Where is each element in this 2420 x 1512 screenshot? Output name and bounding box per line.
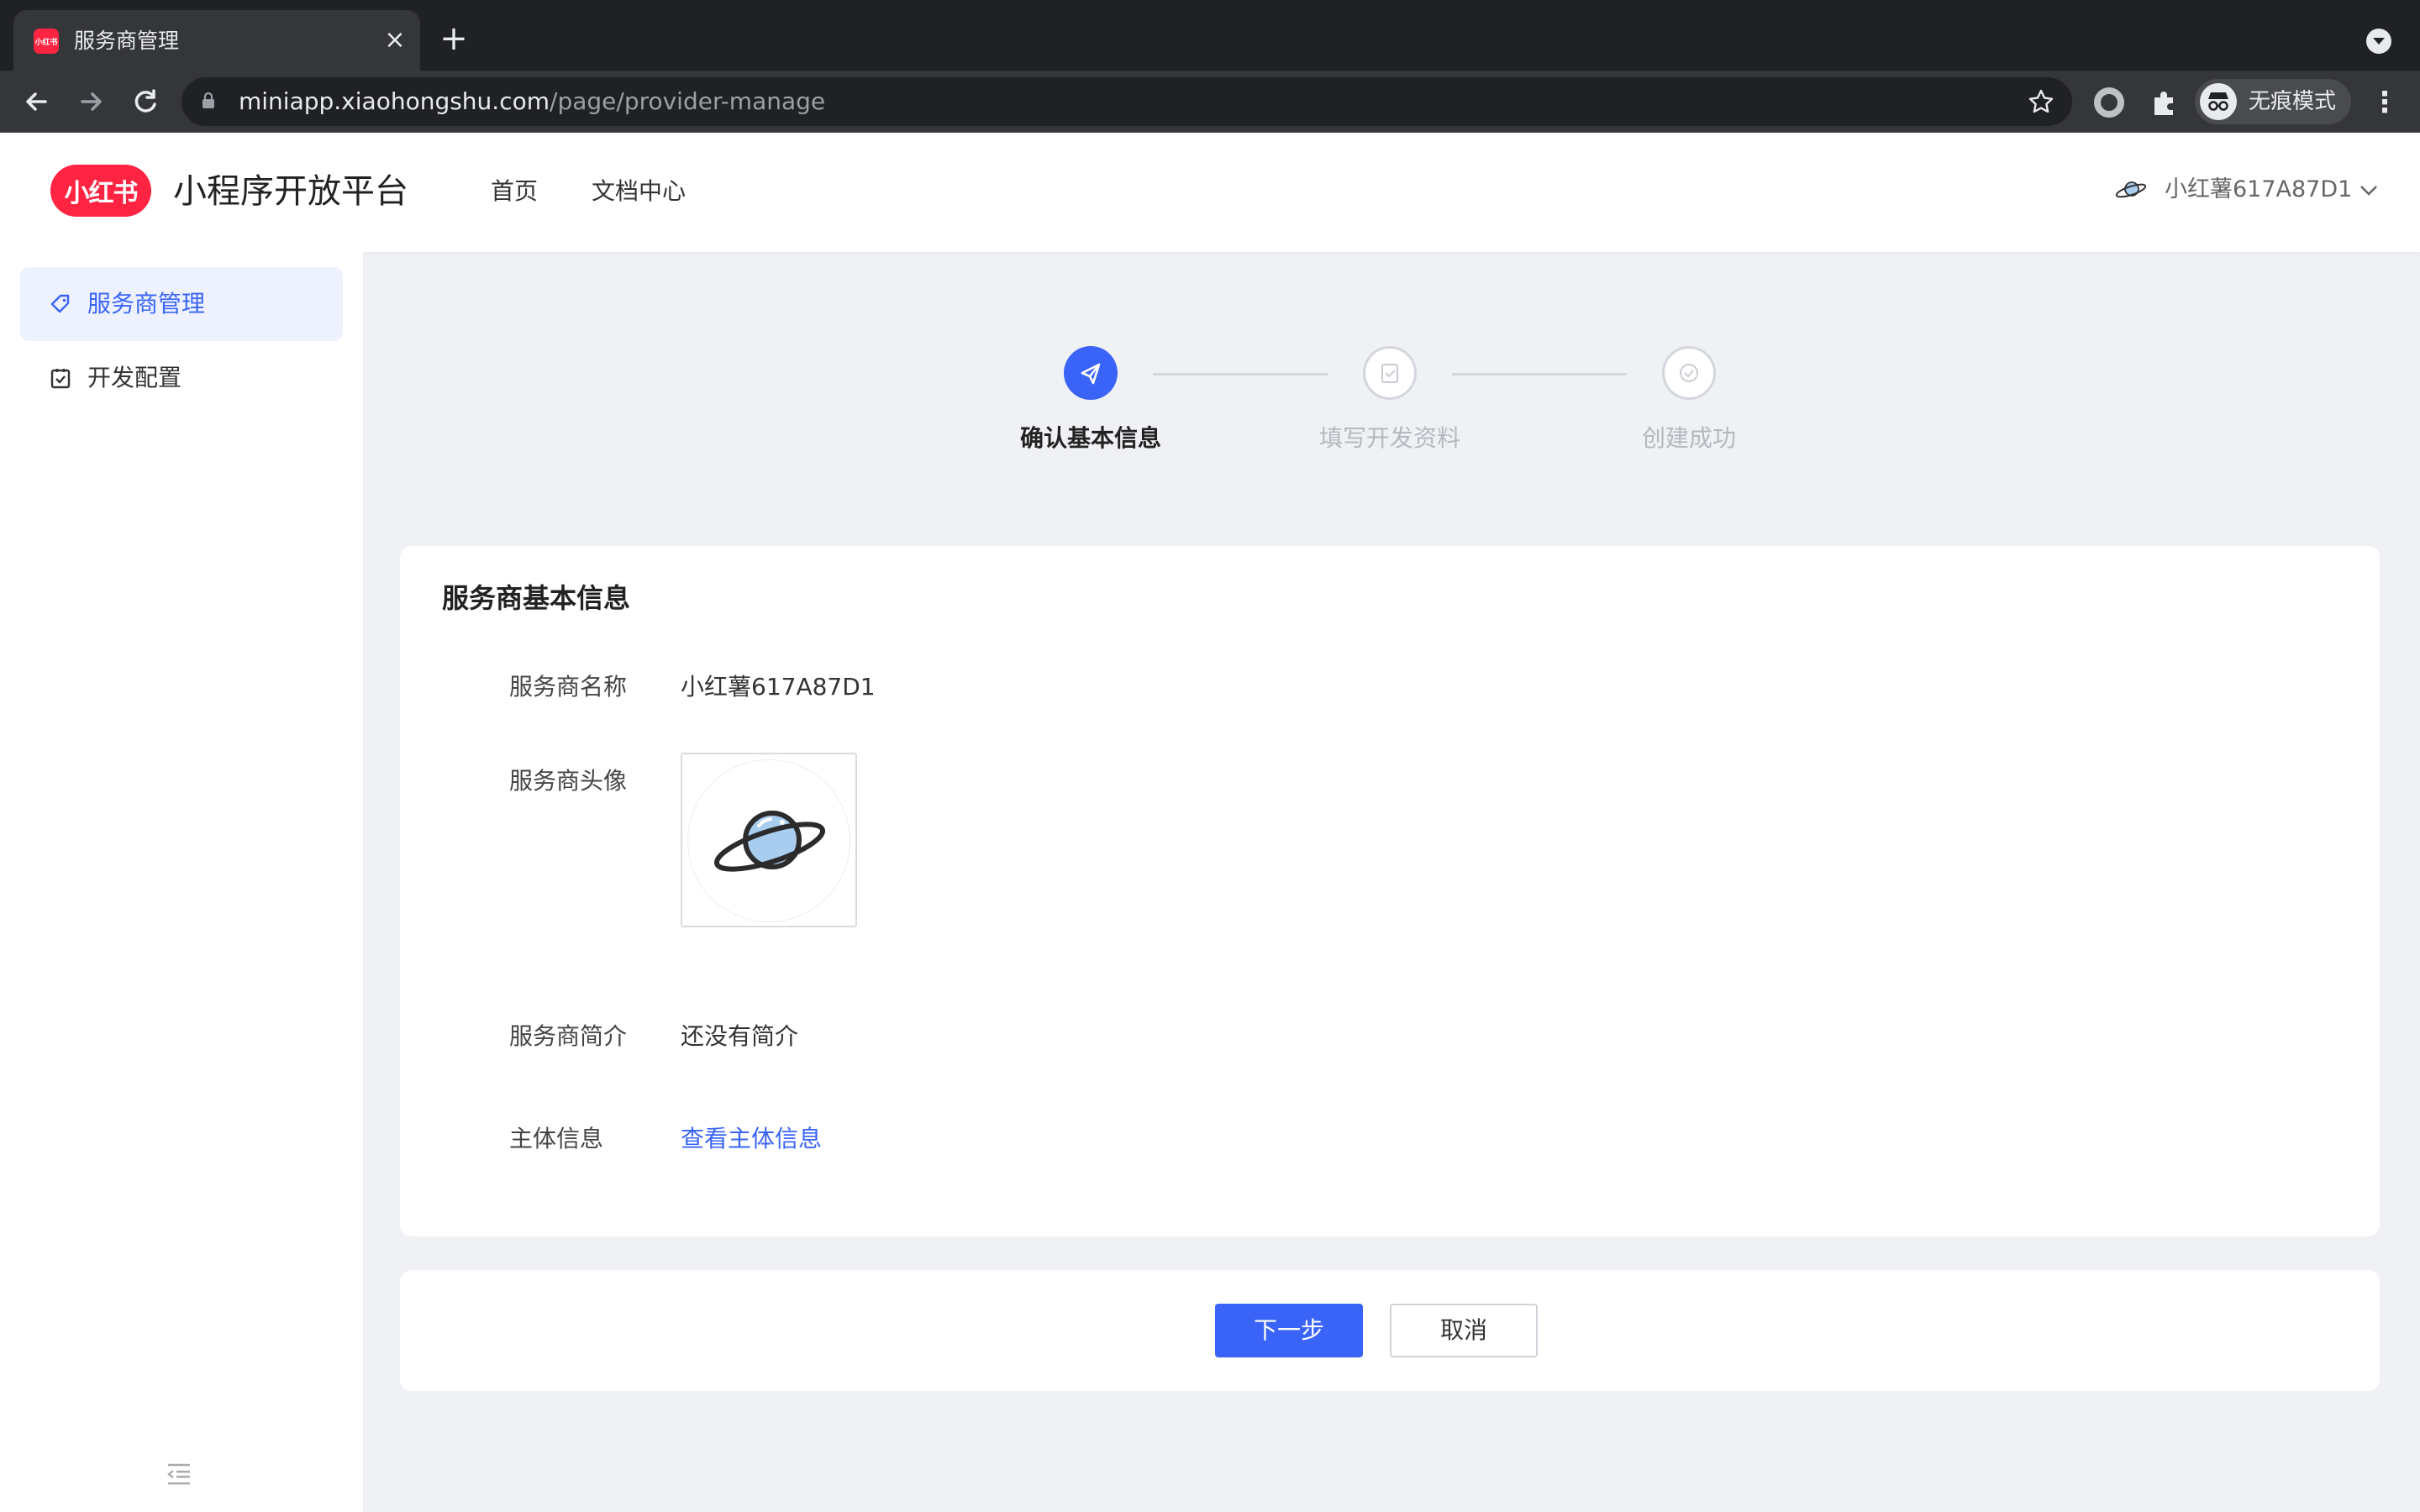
browser-tabbar: 小红书 服务商管理 × +: [0, 0, 2420, 71]
incognito-icon: [2200, 83, 2237, 120]
sidebar-item-label: 开发配置: [87, 364, 182, 391]
clipboard-check-icon: [50, 369, 71, 389]
planet-avatar-icon: [2115, 181, 2147, 198]
provider-avatar[interactable]: [681, 753, 857, 927]
tag-icon: [50, 294, 70, 313]
field-label-name: 服务商名称: [509, 673, 628, 701]
card-title: 服务商基本信息: [442, 582, 631, 614]
send-icon: [1064, 346, 1118, 400]
url-text: miniapp.xiaohongshu.com/page/provider-ma…: [239, 87, 826, 115]
xiaohongshu-favicon-icon: 小红书: [34, 29, 59, 54]
field-label-intro: 服务商简介: [509, 1022, 628, 1050]
step-connector: [1153, 373, 1328, 375]
tab-search-icon[interactable]: [2366, 29, 2391, 54]
nav-docs-link[interactable]: 文档中心: [592, 176, 686, 207]
forward-arrow-icon[interactable]: [74, 84, 109, 119]
collapse-sidebar-icon[interactable]: [165, 1462, 193, 1487]
browser-toolbar: miniapp.xiaohongshu.com/page/provider-ma…: [0, 71, 2420, 133]
new-tab-icon[interactable]: +: [437, 22, 471, 55]
browser-tab[interactable]: 小红书 服务商管理 ×: [13, 10, 420, 71]
sidebar-item-dev-config[interactable]: 开发配置: [20, 341, 343, 415]
action-card: 下一步 取消: [400, 1270, 2380, 1391]
reload-icon[interactable]: [128, 84, 163, 119]
xiaohongshu-logo[interactable]: 小红书: [50, 165, 151, 217]
sidebar-item-label: 服务商管理: [87, 290, 206, 318]
user-name: 小红薯617A87D1: [2165, 176, 2353, 202]
incognito-badge[interactable]: 无痕模式: [2195, 79, 2351, 124]
sidebar: 服务商管理 开发配置: [0, 252, 363, 1512]
browser-menu-icon[interactable]: ⋮: [2370, 86, 2400, 119]
planet-avatar-icon: [687, 759, 850, 922]
sidebar-item-provider-manage[interactable]: 服务商管理: [20, 267, 343, 341]
nav-home-link[interactable]: 首页: [491, 176, 538, 207]
app-header: 小红书 小程序开放平台 首页 文档中心 小红薯617A87D1: [0, 133, 2420, 252]
platform-title: 小程序开放平台: [173, 172, 408, 211]
tab-title: 服务商管理: [74, 29, 180, 53]
next-step-button[interactable]: 下一步: [1215, 1304, 1363, 1357]
view-entity-info-link[interactable]: 查看主体信息: [681, 1124, 822, 1154]
field-label-avatar: 服务商头像: [509, 767, 628, 795]
extension-record-icon[interactable]: [2094, 87, 2124, 118]
provider-name-value: 小红薯617A87D1: [681, 673, 876, 701]
chevron-down-icon: [2360, 186, 2377, 196]
lock-icon: [203, 92, 214, 108]
step-label: 确认基本信息: [1019, 424, 1161, 452]
cancel-button[interactable]: 取消: [1390, 1304, 1538, 1357]
extensions-puzzle-icon[interactable]: [2148, 86, 2181, 119]
bookmark-star-icon[interactable]: [2027, 87, 2055, 116]
field-label-entity: 主体信息: [509, 1125, 604, 1152]
back-arrow-icon[interactable]: [18, 84, 54, 119]
clipboard-check-icon: [1363, 346, 1417, 400]
check-circle-icon: [1662, 346, 1716, 400]
close-tab-icon[interactable]: ×: [378, 24, 412, 57]
address-bar[interactable]: miniapp.xiaohongshu.com/page/provider-ma…: [182, 77, 2072, 126]
step-connector: [1452, 373, 1627, 375]
step-label: 创建成功: [1641, 424, 1736, 452]
provider-intro-value: 还没有简介: [681, 1022, 799, 1050]
incognito-label: 无痕模式: [2249, 89, 2337, 114]
provider-info-card: 服务商基本信息 服务商名称 小红薯617A87D1 服务商头像 服务商简介 还没…: [400, 546, 2380, 1236]
step-label: 填写开发资料: [1318, 424, 1460, 452]
